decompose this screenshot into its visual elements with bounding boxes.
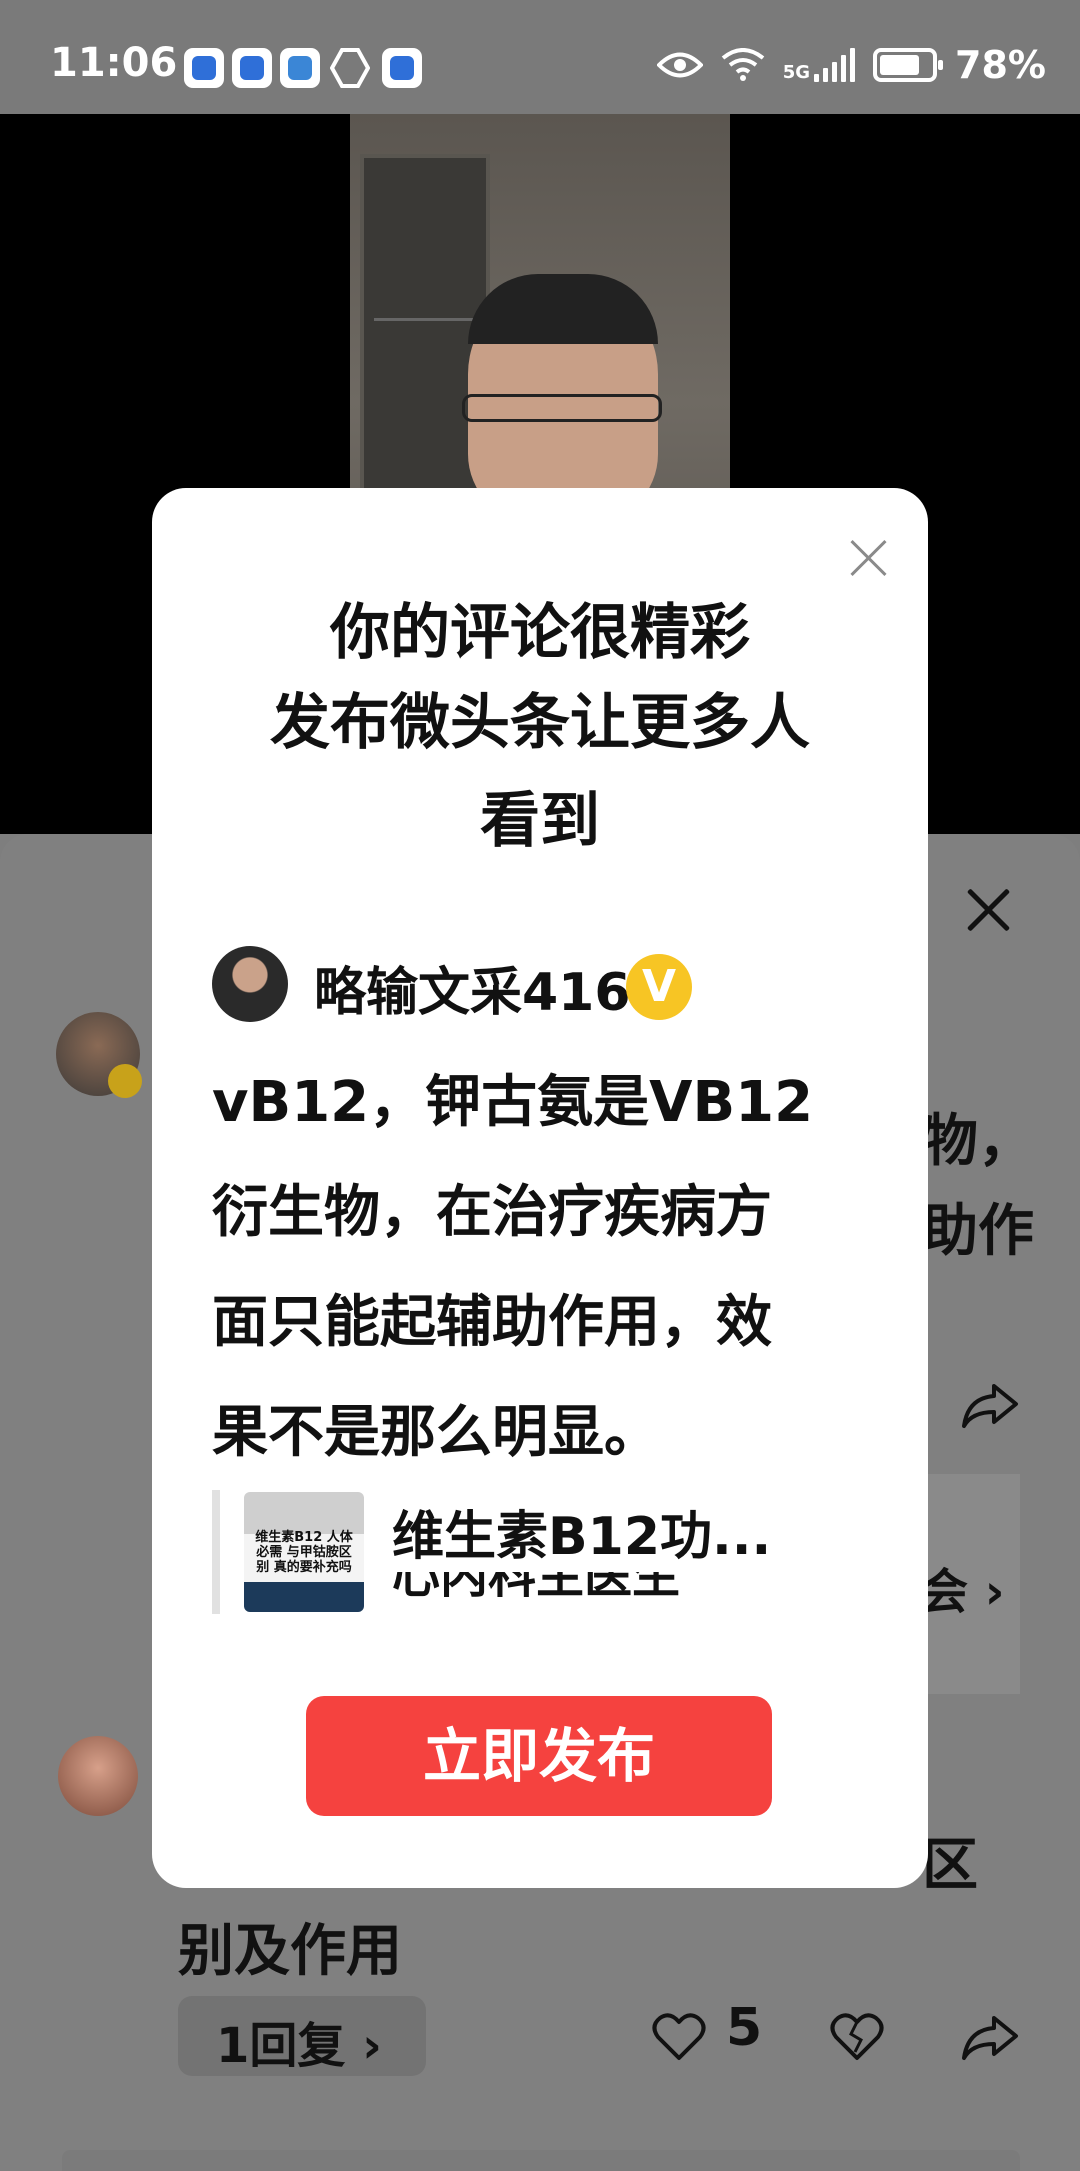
article-title: 维生素B12功... [392,1507,772,1567]
verified-badge-icon [108,1064,142,1098]
dialog-title-line: 发布微头条让更多人 [270,688,810,758]
publish-dialog: 你的评论很精彩 发布微头条让更多人 看到 略输文采416 V vB12，钾古氨是… [152,488,928,1888]
wifi-icon [721,48,764,81]
baidu-app-icon [382,48,422,88]
reply-label: 1回复 › [216,2018,382,2074]
like-count: 5 [726,1998,763,2058]
close-icon[interactable] [958,880,1018,940]
avatar[interactable] [56,1012,142,1098]
close-icon[interactable] [844,534,894,584]
author-name: 略输文采416 [314,963,631,1023]
status-right: 5G 78% [656,40,1046,90]
speaker-glasses [462,394,662,422]
dialog-title: 你的评论很精彩 发布微头条让更多人 看到 [192,588,888,866]
dialog-title-line: 看到 [480,786,600,856]
quote-bar [212,1490,220,1614]
comment-line: vB12，钾古氨是VB12 [212,1070,814,1135]
signal-icon: 5G [782,48,856,83]
speaker-hair [468,274,658,344]
comment-text-fragment: 别及作用 [178,1919,402,1984]
verified-badge-icon: V [626,954,692,1020]
status-bar: 11:06 5G 78% [0,0,1080,114]
thumbnail-text: 维生素B12 人体必需 与甲钴胺区别 真的要补充吗 [255,1530,353,1575]
comment-text-fragment: 物， [922,1109,1034,1174]
avatar[interactable] [58,1736,138,1816]
baidu-app-icon [184,48,224,88]
bulb-app-icon [280,48,320,88]
article-subtitle-text: 心内科主医生 [392,1572,681,1604]
comment-input-bar[interactable] [62,2150,1020,2171]
status-time: 11:06 [50,40,178,86]
eye-icon [656,52,703,78]
battery-icon [873,48,944,82]
comment-text-fragment: 区 [922,1833,978,1898]
comment-line: 衍生物，在治疗疾病方 [212,1180,772,1245]
hand-app-icon [329,48,371,88]
comment-line: 果不是那么明显。 [212,1400,660,1465]
link-card-arrow: 会 › [920,1564,1005,1620]
author-avatar [212,946,288,1022]
heart-icon[interactable] [652,2012,706,2062]
dialog-title-line: 你的评论很精彩 [330,598,750,668]
battery-percent: 78% [955,43,1046,87]
article-thumbnail: 维生素B12 人体必需 与甲钴胺区别 真的要补充吗 [244,1492,364,1612]
comment-line: 面只能起辅助作用，效 [212,1290,772,1355]
comment-text-fragment: 助作 [922,1199,1034,1264]
broken-heart-icon[interactable] [830,2012,884,2062]
article-subtitle: 心内科主医生 [392,1572,862,1614]
reply-button[interactable]: 1回复 › [178,1996,426,2076]
share-icon[interactable] [958,1372,1022,1436]
baidu-app-icon [232,48,272,88]
comment-preview: vB12，钾古氨是VB12 衍生物，在治疗疾病方 面只能起辅助作用，效 果不是那… [212,1048,888,1488]
network-label: 5G [782,62,811,83]
share-icon[interactable] [958,2004,1022,2068]
publish-button[interactable]: 立即发布 [306,1696,772,1816]
